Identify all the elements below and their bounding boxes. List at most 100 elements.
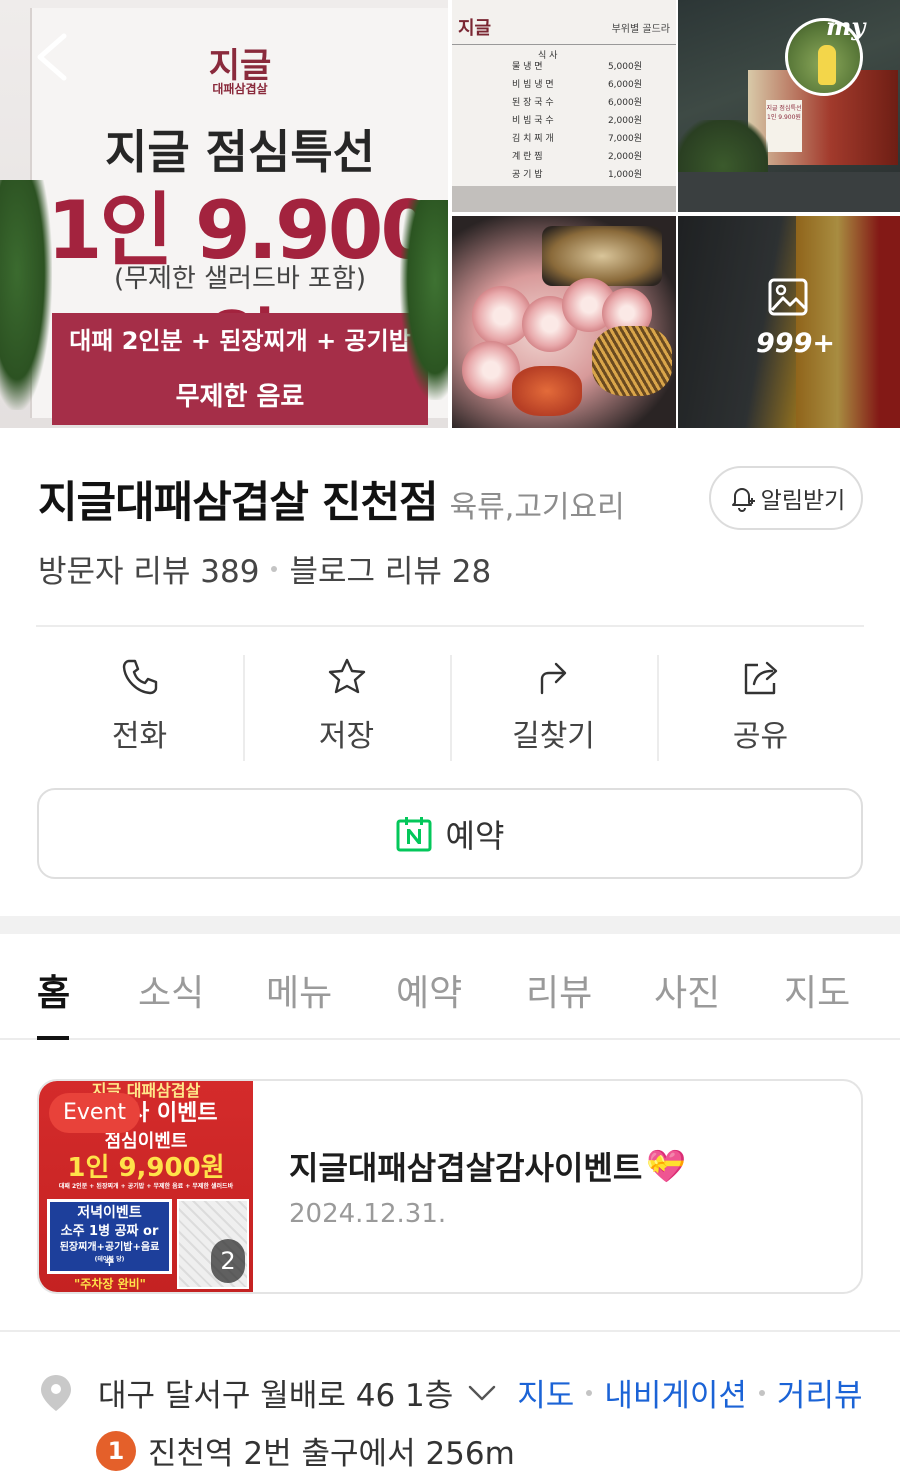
event-card[interactable]: 지글 대패삼겹살 사 이벤트 점심이벤트 1인 9,900원 대패 2인분 + … — [37, 1079, 863, 1294]
tab-reservation[interactable]: 예약 — [396, 964, 462, 1016]
naver-calendar-icon — [396, 816, 432, 851]
avatar-figure — [818, 45, 836, 85]
photo-food[interactable] — [452, 216, 676, 428]
station-row: 1 진천역 2번 출구에서 256m — [96, 1428, 515, 1473]
reserve-button[interactable]: 예약 — [37, 788, 863, 879]
address-text[interactable]: 대구 달서구 월배로 46 1층 — [98, 1370, 453, 1415]
reviews-row: 방문자 리뷰 389 블로그 리뷰 28 — [38, 546, 491, 591]
back-arrow-icon[interactable] — [30, 30, 78, 84]
banner-line-1: 대패 2인분 + 된장찌개 + 공기밥 — [52, 313, 428, 369]
kimchi — [512, 366, 582, 416]
photo-count: 999+ — [756, 328, 835, 359]
place-name: 지글대패삼겹살 진천점 — [38, 478, 439, 528]
bell-plus-icon — [731, 488, 755, 512]
banner-logo-sub: 대패삼겹살 — [212, 82, 268, 96]
station-distance: 진천역 2번 출구에서 256m — [148, 1436, 515, 1472]
navigation-link[interactable]: 내비게이션 — [604, 1370, 747, 1415]
plant-right — [400, 200, 448, 400]
photo-menu-board[interactable]: 지글 부위별 골드라 식 사 물 냉 면 비 빔 냉 면 된 장 국 수 비 빔… — [452, 0, 676, 212]
directions-icon — [540, 662, 566, 695]
heart-gift-icon: 💝 — [646, 1147, 687, 1185]
divider — [0, 1330, 900, 1332]
thumb-box-line-3: (테이블 당) — [94, 1256, 125, 1263]
share-icon — [744, 661, 777, 695]
tab-map[interactable]: 지도 — [784, 964, 850, 1016]
more-overlay — [678, 216, 900, 428]
save-label: 저장 — [318, 719, 375, 754]
tab-home[interactable]: 홈 — [37, 964, 70, 1016]
call-button[interactable]: 전화 — [36, 655, 243, 761]
thumb-parking: "주차장 완비" — [74, 1277, 146, 1291]
place-category: 육류,고기요리 — [449, 490, 625, 525]
banner-paren: (무제한 샐러드바 포함) — [113, 264, 367, 294]
photo-street-more[interactable]: 999+ — [678, 216, 900, 428]
street-view-link[interactable]: 거리뷰 — [777, 1370, 863, 1415]
avatar-tag: my — [826, 12, 866, 41]
gallery-icon — [768, 278, 808, 316]
action-bar: 전화 저장 길찾기 공유 — [36, 655, 864, 761]
tab-reviews[interactable]: 리뷰 — [526, 964, 592, 1016]
event-date: 2024.12.31. — [289, 1199, 447, 1229]
section-gap — [0, 916, 900, 934]
menu-prices: 5,000원 6,000원 6,000원 2,000원 7,000원 2,000… — [582, 58, 642, 184]
image-count-badge: 2 — [211, 1239, 245, 1283]
thumb-box-line-1: 소주 1병 공짜 or — [60, 1224, 159, 1239]
call-label: 전화 — [111, 719, 168, 754]
menu-head-right: 부위별 골드라 — [611, 24, 670, 35]
menu-price: 6,000원 — [607, 80, 642, 90]
place-title-row: 지글대패삼겹살 진천점 육류,고기요리 — [38, 468, 625, 530]
divider — [36, 625, 864, 627]
plant-left — [0, 180, 52, 410]
tab-photos[interactable]: 사진 — [654, 964, 720, 1016]
thumb-dinner-box: 저녁이벤트 소주 1병 공짜 or 된장찌개+공기밥+음료수 (테이블 당) — [47, 1199, 172, 1274]
visitor-reviews-link[interactable]: 방문자 리뷰 389 — [38, 546, 259, 591]
bean-sprouts — [592, 326, 672, 396]
menu-price: 6,000원 — [607, 98, 642, 108]
menu-bottom-strip — [452, 186, 676, 212]
event-title-text: 지글대패삼겹살감사이벤트 — [289, 1149, 643, 1187]
store-ground — [678, 172, 900, 212]
address-row: 대구 달서구 월배로 46 1층 지도 내비게이션 거리뷰 — [38, 1370, 862, 1415]
thumb-box-line-2: 된장찌개+공기밥+음료수 — [59, 1242, 160, 1268]
thumb-line-3: 1인 9,900원 — [67, 1153, 225, 1183]
menu-price: 7,000원 — [607, 134, 642, 144]
menu-divider — [452, 44, 676, 45]
share-button[interactable]: 공유 — [657, 655, 864, 761]
map-link[interactable]: 지도 — [517, 1370, 574, 1415]
thumb-line-4: 대패 2인분 + 된장찌개 + 공기밥 + 무제한 음료 + 무제한 샐러드바 — [58, 1183, 234, 1190]
active-tab-indicator — [37, 1036, 69, 1040]
photo-grid: 지글 대패삼겹살 지글 점심특선 1인 9.900원 (무제한 샐러드바 포함)… — [0, 0, 900, 428]
phone-icon — [122, 659, 157, 695]
star-icon — [328, 658, 365, 694]
tab-bar: 홈 소식 메뉴 예약 리뷰 사진 지도 — [0, 934, 900, 1040]
banner-cloth: 지글 대패삼겹살 지글 점심특선 1인 9.900원 (무제한 샐러드바 포함)… — [30, 8, 448, 425]
directions-label: 길찾기 — [512, 719, 595, 754]
thumb-box-title: 저녁이벤트 — [77, 1205, 142, 1221]
photo-storefront[interactable]: 지글 점심특선 1인 9.900원 — [678, 0, 900, 212]
separator-dot — [271, 565, 278, 572]
alert-label: 알림받기 — [760, 488, 846, 514]
thumb-line-1: 사 이벤트 — [129, 1101, 218, 1126]
separator-dot — [586, 1389, 593, 1396]
subway-line-badge: 1 — [96, 1430, 136, 1471]
blog-reviews-link[interactable]: 블로그 리뷰 28 — [289, 546, 491, 591]
directions-button[interactable]: 길찾기 — [450, 655, 657, 761]
menu-price: 5,000원 — [607, 62, 642, 72]
store-poster: 지글 점심특선 1인 9.900원 — [766, 100, 802, 152]
event-thumbnail: 지글 대패삼겹살 사 이벤트 점심이벤트 1인 9,900원 대패 2인분 + … — [39, 1081, 253, 1292]
tab-menu[interactable]: 메뉴 — [266, 964, 332, 1016]
menu-price: 2,000원 — [607, 116, 642, 126]
event-title: 지글대패삼겹살감사이벤트 💝 — [289, 1143, 686, 1189]
side-dish — [542, 226, 662, 286]
alert-button[interactable]: 알림받기 — [709, 466, 863, 530]
menu-price: 1,000원 — [607, 170, 642, 180]
separator-dot — [758, 1389, 765, 1396]
event-badge: Event — [49, 1093, 141, 1133]
share-label: 공유 — [732, 719, 789, 754]
save-button[interactable]: 저장 — [243, 655, 450, 761]
tab-news[interactable]: 소식 — [138, 964, 204, 1016]
chevron-down-icon[interactable] — [467, 1383, 497, 1403]
reserve-label: 예약 — [445, 816, 505, 855]
menu-price: 2,000원 — [607, 152, 642, 162]
banner-line-2: 무제한 음료 — [52, 369, 428, 425]
